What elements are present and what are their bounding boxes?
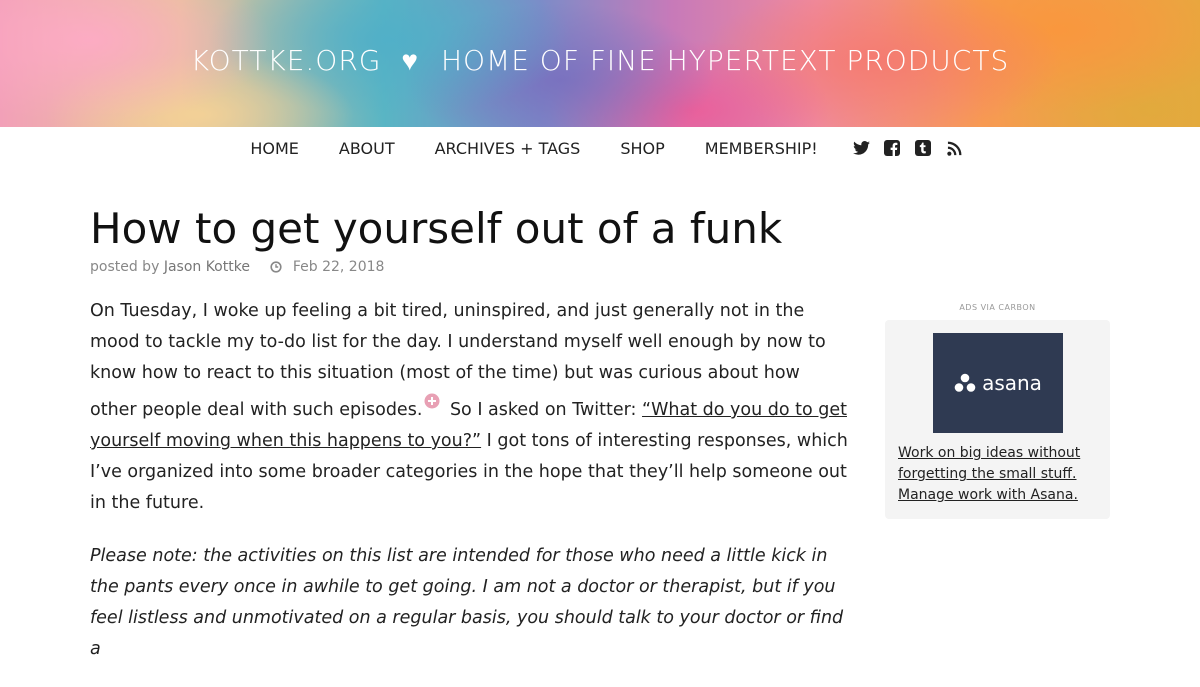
nav-archives-tags[interactable]: ARCHIVES + TAGS: [435, 139, 581, 158]
asana-logo: asana: [954, 371, 1042, 395]
nav-membership[interactable]: MEMBERSHIP!: [705, 139, 818, 158]
social-icons: [846, 140, 970, 157]
post-author[interactable]: Jason Kottke: [164, 259, 250, 275]
site-tagline: HOME OF FINE HYPERTEXT PRODUCTS: [440, 44, 1010, 77]
nav-about[interactable]: ABOUT: [339, 139, 395, 158]
disclaimer-text: Please note: the activities on this list…: [90, 546, 844, 659]
heart-icon: ♥: [401, 44, 420, 77]
main-nav: HOME ABOUT ARCHIVES + TAGS SHOP MEMBERSH…: [0, 134, 1200, 162]
posted-by-label: posted by: [90, 259, 160, 275]
header-banner: KOTTKE.ORG ♥ HOME OF FINE HYPERTEXT PROD…: [0, 0, 1200, 127]
asana-logo-text: asana: [982, 371, 1042, 395]
post-body: On Tuesday, I woke up feeling a bit tire…: [90, 296, 850, 687]
post-title[interactable]: How to get yourself out of a funk: [90, 204, 782, 253]
paragraph-2: Please note: the activities on this list…: [90, 541, 850, 665]
clock-icon: [270, 261, 283, 277]
site-title[interactable]: KOTTKE.ORG ♥ HOME OF FINE HYPERTEXT PROD…: [0, 44, 1200, 77]
paragraph-1: On Tuesday, I woke up feeling a bit tire…: [90, 296, 850, 519]
nav-home[interactable]: HOME: [250, 139, 299, 158]
paragraph-1-middle: So I asked on Twitter:: [444, 400, 643, 420]
ad-image[interactable]: asana: [933, 333, 1063, 433]
post-byline: posted by Jason Kottke Feb 22, 2018: [90, 259, 384, 277]
nav-shop[interactable]: SHOP: [620, 139, 664, 158]
asana-dots-icon: [954, 373, 976, 392]
facebook-icon[interactable]: [884, 140, 901, 157]
carbon-ad[interactable]: asana Work on big ideas without forgetti…: [885, 320, 1110, 519]
post-date[interactable]: Feb 22, 2018: [293, 259, 385, 275]
site-name[interactable]: KOTTKE.ORG: [191, 44, 382, 77]
plus-icon[interactable]: [424, 389, 440, 420]
tumblr-icon[interactable]: [915, 140, 932, 157]
ad-label[interactable]: ADS VIA CARBON: [885, 303, 1110, 312]
rss-icon[interactable]: [946, 140, 963, 157]
ad-text-link[interactable]: Work on big ideas without forgetting the…: [898, 443, 1098, 506]
twitter-icon[interactable]: [852, 140, 870, 157]
